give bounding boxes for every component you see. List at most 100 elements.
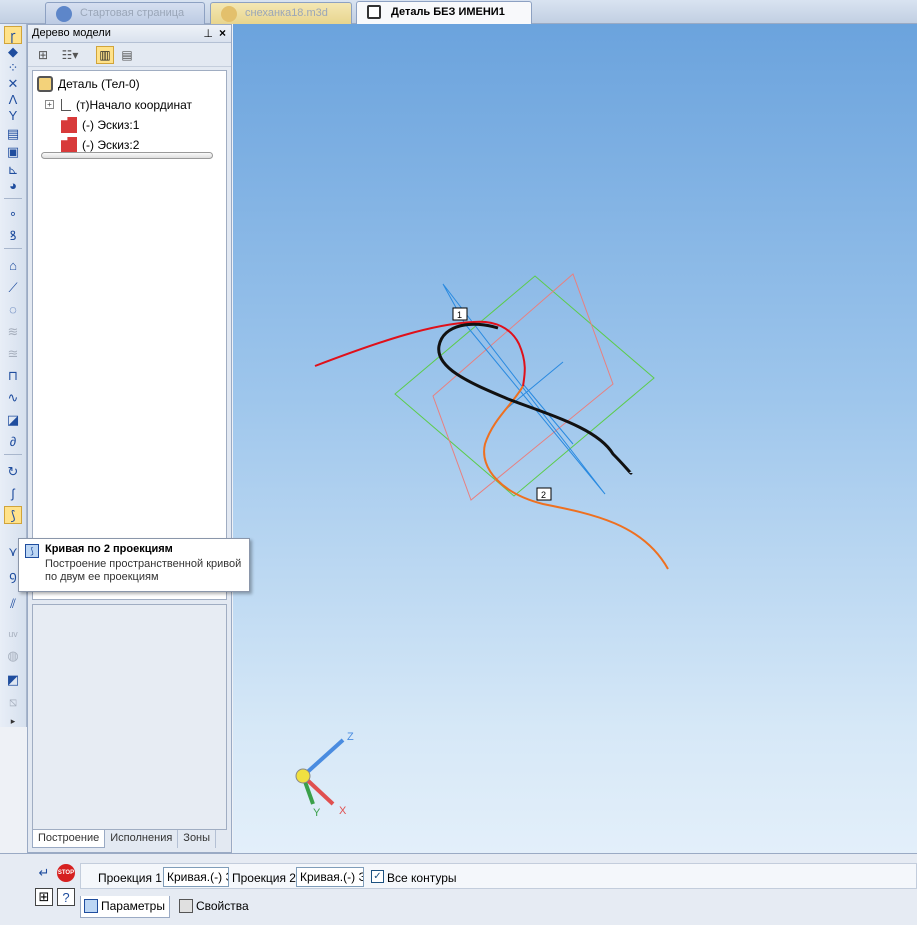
origin-point — [295, 768, 311, 784]
parameters-icon — [84, 899, 98, 913]
view-button[interactable]: ▣ — [4, 142, 22, 160]
create-object-icon[interactable]: ↵ — [35, 864, 53, 882]
tab-label: Деталь БЕЗ ИМЕНИ1 — [391, 6, 505, 18]
model-tree-tabs: Построение Исполнения Зоны — [32, 830, 227, 848]
marker-1-label: 1 — [457, 310, 462, 320]
tooltip-description-1: Построение пространственной кривой — [45, 558, 242, 570]
model-tree-toolbar: ⊞ ☷▾ ▥ ▤ — [28, 43, 231, 67]
contour-button[interactable]: ⫽ — [4, 594, 22, 612]
tree-node-label: (т)Начало координат — [76, 98, 193, 112]
all-contours-checkbox[interactable]: ✓ — [371, 870, 384, 883]
tab-part-unnamed[interactable]: Деталь БЕЗ ИМЕНИ1 — [356, 1, 532, 24]
document-tab-bar: Стартовая страница снеханка18.m3d Деталь… — [0, 0, 917, 24]
more-tools-arrow-icon[interactable]: ▸ — [4, 712, 22, 730]
tree-details-icon[interactable]: ▥ — [96, 46, 114, 64]
all-contours-label: Все контуры — [387, 871, 457, 885]
tab-properties[interactable]: Свойства — [176, 896, 253, 918]
tab-label: снеханка18.m3d — [245, 7, 328, 19]
open-folder-button[interactable]: ⌂ — [4, 256, 22, 274]
model-tree-details-pane — [32, 604, 227, 830]
edit-point-button[interactable]: ◩ — [4, 670, 22, 688]
fillet-curve-button[interactable]: ⧅ — [4, 692, 22, 710]
axis-x-label: X — [339, 805, 347, 817]
model-tree-panel: Дерево модели ⊥ × ⊞ ☷▾ ▥ ▤ Деталь (Тел-0… — [27, 24, 232, 853]
tooltip-title: Кривая по 2 проекциям — [45, 543, 173, 555]
tab-label: Стартовая страница — [80, 7, 185, 19]
tree-structure-icon[interactable]: ⊞ — [34, 46, 52, 64]
filter-button[interactable]: Y — [4, 106, 22, 124]
tab-properties-label: Свойства — [195, 899, 249, 913]
model-icon — [221, 6, 237, 22]
tab-construction[interactable]: Построение — [32, 830, 106, 848]
spiral-button[interactable]: ↻ — [4, 462, 22, 480]
curve-projections-icon: ⟆ — [25, 544, 39, 558]
pin-icon[interactable]: ⊥ — [203, 27, 213, 40]
part-icon — [367, 5, 381, 19]
tab-parameters-label: Параметры — [101, 899, 165, 913]
projection-2-label: Проекция 2 — [232, 871, 296, 885]
connect-curve-button[interactable]: ʃ — [4, 484, 22, 502]
property-bar-tabs: Параметры Свойства — [80, 896, 259, 918]
projection-1-select[interactable]: Кривая.(-) Эскиз:1 — [163, 867, 229, 887]
properties-icon — [178, 899, 193, 913]
tooltip-curve-by-projections: ⟆ Кривая по 2 проекциям Построение прост… — [18, 538, 250, 592]
model-tree-title-bar: Дерево модели ⊥ × — [28, 25, 231, 43]
axis-triad: Z Y X — [295, 731, 354, 819]
tree-node-origin[interactable]: (т)Начало координат — [61, 96, 192, 114]
origin-icon — [61, 99, 71, 111]
tooltip-description-2: по двум ее проекциям — [45, 571, 159, 583]
expand-icon[interactable]: + — [45, 100, 54, 109]
conic-spiral-button[interactable]: ≊ — [4, 344, 22, 362]
tree-node-label: (-) Эскиз:1 — [82, 118, 140, 132]
close-icon[interactable]: × — [219, 26, 226, 40]
point-tool-button[interactable]: ∘ — [4, 204, 22, 222]
stop-icon[interactable]: STOP — [57, 864, 75, 882]
surface-curve-button[interactable]: ◪ — [4, 410, 22, 428]
tree-view-dropdown-icon[interactable]: ☷▾ — [56, 46, 84, 64]
property-bar-params-row: Проекция 1 Кривая.(-) Эскиз:1 Проекция 2… — [80, 863, 917, 889]
tree-properties-icon[interactable]: ▤ — [118, 46, 136, 64]
projection-1-label: Проекция 1 — [98, 871, 162, 885]
curve-red — [314, 320, 526, 387]
axis-y-label: Y — [313, 807, 321, 819]
uv-curve-button[interactable]: ᵤᵥ — [4, 622, 22, 640]
model-viewport[interactable]: 1 2 Z Y X — [233, 24, 917, 853]
tab-start-page[interactable]: Стартовая страница — [45, 2, 205, 24]
sketch-icon — [61, 117, 77, 133]
sketch-icon — [61, 137, 77, 153]
marker-2[interactable]: 2 — [536, 487, 552, 501]
property-bar: ↵ STOP ⊞ ? Проекция 1 Кривая.(-) Эскиз:1… — [0, 853, 917, 925]
marker-1[interactable]: 1 — [452, 307, 468, 321]
tree-node-part[interactable]: Деталь (Тел-0) — [37, 75, 140, 93]
spline-button[interactable]: ∿ — [4, 388, 22, 406]
help-icon[interactable]: ? — [57, 888, 75, 906]
curve-orange — [483, 385, 669, 570]
tab-zones[interactable]: Зоны — [178, 830, 217, 848]
formula-curve-button[interactable]: ∂ — [4, 432, 22, 450]
document-button[interactable]: ▤ — [4, 124, 22, 142]
compact-toolbar: ꞅ ◆ ⁘ ✕ Λ Y ▤ ▣ ⊾ ◕ ∘ ꝸ ⌂ ⟋ ◌ ≋ ≊ ⊓ ∿ ◪ … — [0, 24, 27, 727]
helix-tool-button[interactable]: ≋ — [4, 322, 22, 340]
property-bar-controls: ↵ STOP ⊞ ? — [27, 858, 77, 918]
tree-node-label: Деталь (Тел-0) — [58, 77, 140, 91]
tree-horizontal-scrollbar[interactable] — [41, 152, 213, 159]
polyline-button[interactable]: ⊓ — [4, 366, 22, 384]
spline-point-button[interactable]: ꝸ — [4, 226, 22, 244]
scene-svg: 1 2 Z Y X — [295, 273, 669, 819]
circle-tool-button[interactable]: ◌ — [4, 300, 22, 318]
curve-by-two-projections-button[interactable]: ⟆ — [4, 506, 22, 524]
axis-z-label: Z — [347, 731, 354, 743]
line-tool-button[interactable]: ⟋ — [4, 278, 22, 296]
tree-node-label: (-) Эскиз:2 — [82, 138, 140, 152]
tree-node-sketch-1[interactable]: (-) Эскиз:1 — [61, 116, 139, 134]
projection-2-select[interactable]: Кривая.(-) Эскиз:2 — [296, 867, 364, 887]
tab-versions[interactable]: Исполнения — [105, 830, 179, 848]
model-tree-title: Дерево модели — [32, 27, 111, 39]
tab-parameters[interactable]: Параметры — [80, 896, 170, 918]
snap-grid-icon[interactable]: ⊞ — [35, 888, 53, 906]
offset-curve-button[interactable]: ◍ — [4, 646, 22, 664]
tab-document-m3d[interactable]: снеханка18.m3d — [210, 2, 352, 24]
sheet-metal-button[interactable]: ◕ — [4, 176, 22, 194]
axis-z-line — [301, 738, 345, 778]
part-icon — [37, 76, 53, 92]
